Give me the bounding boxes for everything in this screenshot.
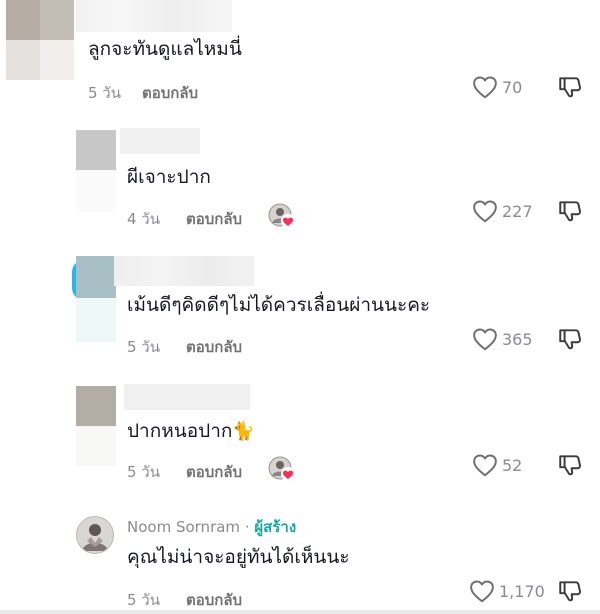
reply-button[interactable]: ตอบกลับ bbox=[142, 81, 198, 105]
like-button[interactable]: 52 bbox=[472, 452, 522, 478]
dislike-button[interactable] bbox=[557, 74, 583, 100]
heart-outline-icon bbox=[473, 328, 497, 351]
like-button[interactable]: 70 bbox=[472, 74, 522, 100]
creator-avatar-image bbox=[82, 524, 108, 551]
username-blurred[interactable] bbox=[120, 128, 200, 154]
comment-time: 5 วัน bbox=[127, 338, 160, 356]
comment-time: 5 วัน bbox=[88, 84, 121, 102]
comment-time: 5 วัน bbox=[127, 463, 160, 481]
dislike-button[interactable] bbox=[557, 198, 583, 224]
creator-liked-badge bbox=[268, 456, 295, 481]
like-count: 227 bbox=[502, 201, 533, 221]
avatar-blurred[interactable] bbox=[72, 256, 116, 342]
avatar-blurred[interactable] bbox=[76, 130, 116, 212]
username-blurred[interactable] bbox=[114, 256, 254, 286]
username-blurred[interactable] bbox=[124, 384, 250, 410]
cat-emoji: 🐈 bbox=[232, 421, 255, 442]
comment-text: ผีเจาะปาก bbox=[127, 166, 211, 188]
reply-button[interactable]: ตอบกลับ bbox=[186, 460, 242, 484]
like-count: 365 bbox=[502, 329, 533, 349]
dislike-button[interactable] bbox=[557, 578, 583, 604]
creator-liked-badge bbox=[268, 203, 295, 228]
heart-outline-icon bbox=[473, 200, 497, 223]
like-count: 52 bbox=[502, 455, 523, 475]
like-count: 70 bbox=[502, 77, 523, 97]
like-button[interactable]: 365 bbox=[472, 326, 533, 352]
creator-badge: ผู้สร้าง bbox=[254, 518, 297, 536]
heart-outline-icon bbox=[473, 76, 497, 99]
thumbs-down-icon bbox=[559, 329, 581, 350]
reply-button[interactable]: ตอบกลับ bbox=[186, 207, 242, 231]
heart-outline-icon bbox=[473, 454, 497, 477]
username-blurred[interactable] bbox=[76, 0, 232, 32]
author-name[interactable]: Noom Sornram bbox=[127, 518, 240, 536]
comment-text: ลูกจะทันดูแลไหมนี่ bbox=[88, 38, 242, 60]
creator-avatar-heart-icon bbox=[268, 456, 295, 481]
reply-button[interactable]: ตอบกลับ bbox=[186, 335, 242, 359]
thumbs-down-icon bbox=[559, 455, 581, 476]
avatar-blurred[interactable] bbox=[76, 386, 116, 466]
avatar-blurred[interactable] bbox=[6, 0, 74, 80]
name-separator: · bbox=[244, 518, 250, 536]
comment-text: เม้นดีๆคิดดีๆไม่ได้ควรเลื่อนผ่านนะคะ bbox=[127, 294, 431, 316]
dislike-button[interactable] bbox=[557, 452, 583, 478]
comment-text: ปากหนอปาก🐈 bbox=[127, 416, 255, 446]
comment-text-body: ปากหนอปาก bbox=[127, 420, 233, 442]
thumbs-down-icon bbox=[559, 581, 581, 602]
dislike-button[interactable] bbox=[557, 326, 583, 352]
comment-author: Noom Sornram · ผู้สร้าง bbox=[127, 515, 296, 539]
comment-time: 4 วัน bbox=[127, 210, 160, 228]
like-button[interactable]: 1,170 bbox=[469, 578, 545, 604]
thumbs-down-icon bbox=[559, 77, 581, 98]
reply-button[interactable]: ตอบกลับ bbox=[186, 588, 242, 612]
creator-avatar-heart-icon bbox=[268, 203, 295, 228]
like-count: 1,170 bbox=[499, 581, 545, 601]
bottom-divider bbox=[0, 610, 600, 614]
heart-outline-icon bbox=[470, 580, 494, 603]
avatar[interactable] bbox=[76, 516, 114, 554]
comment-time: 5 วัน bbox=[127, 591, 160, 609]
thumbs-down-icon bbox=[559, 201, 581, 222]
comment-text: คุณไม่น่าจะอยู่ทันได้เห็นนะ bbox=[127, 546, 350, 568]
like-button[interactable]: 227 bbox=[472, 198, 533, 224]
